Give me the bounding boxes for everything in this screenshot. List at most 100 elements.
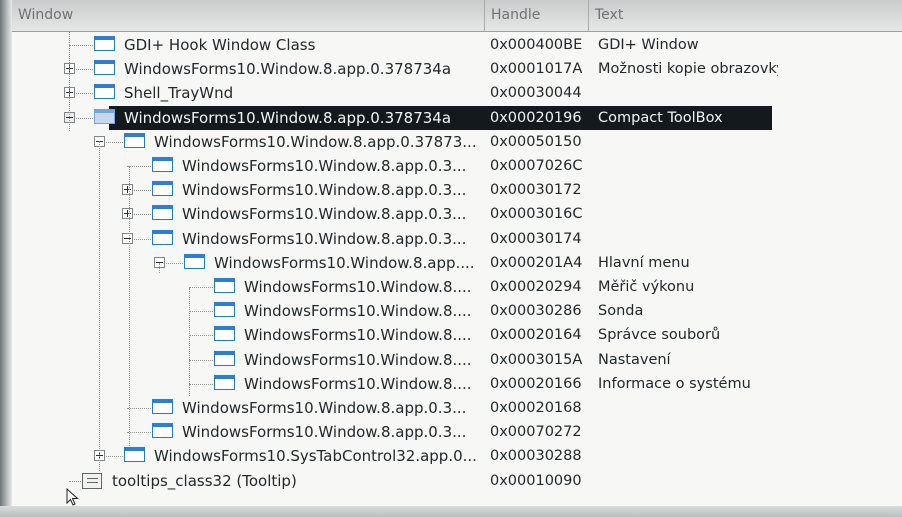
row-handle: 0x00020166	[490, 375, 582, 392]
row-window-class: WindowsForms10.Window.8.app.0.3...	[182, 229, 467, 248]
tree-connector	[189, 359, 213, 361]
row-window-class: WindowsForms10.Window.8.app.0.37873...	[154, 132, 477, 151]
column-header-handle[interactable]: Handle	[485, 0, 589, 31]
row-window-class: WindowsForms10.Window.8.app.0.378734a	[124, 60, 452, 79]
row-text	[598, 81, 778, 105]
row-window-class: GDI+ Hook Window Class	[124, 36, 316, 54]
column-header-window[interactable]: Window	[12, 0, 485, 31]
row-text	[598, 154, 778, 178]
row-text: Správce souborů	[598, 327, 721, 344]
window-icon	[152, 205, 173, 221]
panel-edge	[0, 0, 12, 517]
tree-row[interactable]: WindowsForms10.Window.8.app.0.378734a 0x0…	[12, 105, 772, 130]
window-icon	[214, 326, 235, 342]
row-window-class: WindowsForms10.Window.8....	[244, 350, 472, 369]
row-handle: 0x00020196	[490, 109, 582, 126]
tree-row[interactable]: WindowsForms10.Window.8.... 0x0003015A Nas…	[12, 348, 772, 372]
row-text	[598, 444, 778, 468]
row-handle: 0x000201A4	[490, 254, 583, 271]
row-window-class: WindowsForms10.Window.8.app.0.378734a	[124, 108, 452, 127]
row-window-class: WindowsForms10.Window.8....	[244, 374, 472, 393]
tree-row[interactable]: WindowsForms10.Window.8.app.0.3... 0x0003…	[12, 178, 772, 202]
row-text	[598, 178, 778, 202]
row-handle: 0x00030172	[490, 182, 582, 199]
row-window-class: WindowsForms10.Window.8.app.0.3...	[182, 399, 467, 417]
window-tree-panel: Window Handle Text GDI+ Hook Window Clas…	[0, 0, 902, 517]
tree-row[interactable]: WindowsForms10.Window.8.app.0.3... 0x0007…	[12, 420, 772, 444]
tree-guide-line	[99, 141, 100, 471]
row-text	[598, 202, 778, 226]
tree-row[interactable]: WindowsForms10.Window.8.app.0.378734a 0x0…	[12, 57, 778, 81]
tree-row[interactable]: tooltips_class32 (Tooltip) 0x00010090	[12, 469, 772, 493]
row-text	[598, 420, 778, 444]
row-window-class: WindowsForms10.Window.8.app....	[214, 253, 475, 272]
tree-connector	[69, 45, 93, 46]
row-handle: 0x0007026C	[490, 158, 583, 174]
row-text	[598, 130, 778, 154]
row-handle: 0x00020168	[490, 400, 582, 416]
tree-connector	[127, 432, 151, 434]
window-icon	[152, 399, 173, 414]
row-handle: 0x00020164	[490, 327, 582, 344]
row-handle: 0x00050150	[490, 133, 582, 150]
expand-plus-icon[interactable]	[122, 184, 133, 196]
window-icon	[152, 423, 173, 439]
row-handle: 0x00070272	[490, 424, 582, 441]
row-handle: 0x0003016C	[490, 206, 583, 223]
window-icon	[184, 253, 205, 269]
tree-row[interactable]: WindowsForms10.Window.8.... 0x00020294 Měř…	[12, 275, 772, 299]
column-header-text[interactable]: Text	[589, 0, 902, 31]
tree-connector	[189, 311, 213, 313]
row-handle: 0x0003015A	[490, 351, 583, 368]
tree-row[interactable]: WindowsForms10.Window.8.app.0.3... 0x0002…	[12, 396, 772, 420]
row-handle: 0x00020294	[490, 279, 582, 295]
tree-row[interactable]: Shell_TrayWnd 0x00030044	[12, 81, 772, 105]
tree-connector	[127, 166, 151, 167]
window-icon	[94, 84, 115, 100]
row-text: GDI+ Window	[598, 37, 699, 53]
tree-guide-line	[129, 166, 130, 446]
tree-row[interactable]: WindowsForms10.Window.8.app.0.3... 0x0003…	[12, 202, 772, 226]
window-icon	[214, 350, 235, 366]
row-text	[598, 469, 778, 493]
row-window-class: WindowsForms10.Window.8....	[244, 302, 472, 321]
panel-bottom-edge	[0, 506, 902, 517]
window-icon	[152, 181, 173, 197]
tree-connector	[189, 287, 213, 288]
row-text: Nastavení	[598, 351, 671, 368]
tree-row[interactable]: WindowsForms10.Window.8.app.0.37873... 0x…	[12, 130, 772, 154]
row-window-class: Shell_TrayWnd	[124, 84, 234, 103]
tree-row[interactable]: WindowsForms10.Window.8.app.0.3... 0x0007…	[12, 154, 772, 178]
tree-row[interactable]: WindowsForms10.Window.8.... 0x00030286 Son…	[12, 299, 772, 323]
tree-row[interactable]: WindowsForms10.Window.8.... 0x00020164 Spr…	[12, 323, 772, 347]
row-handle: 0x00030286	[490, 303, 582, 320]
window-icon	[152, 157, 173, 172]
tree-row[interactable]: WindowsForms10.Window.8.... 0x00020166 Inf…	[12, 372, 772, 396]
tree-guide-line	[159, 263, 160, 273]
window-icon	[214, 374, 235, 390]
row-window-class: WindowsForms10.Window.8....	[244, 278, 472, 296]
row-window-class: WindowsForms10.Window.8.app.0.3...	[182, 157, 467, 175]
window-icon	[214, 302, 235, 318]
tree-row[interactable]: WindowsForms10.SysTabControl32.app.0... 0…	[12, 444, 772, 468]
expand-plus-icon[interactable]	[122, 208, 133, 220]
row-window-class: WindowsForms10.Window.8.app.0.3...	[182, 205, 467, 224]
row-text	[598, 396, 778, 420]
tree-row[interactable]: GDI+ Hook Window Class 0x000400BE GDI+ Win…	[12, 33, 772, 57]
tree-row[interactable]: WindowsForms10.Window.8.app.0.3... 0x0003…	[12, 227, 772, 251]
mouse-cursor-icon	[66, 488, 79, 506]
row-text: Měřič výkonu	[598, 279, 695, 295]
row-window-class: WindowsForms10.Window.8.app.0.3...	[182, 181, 467, 200]
row-text: Hlavní menu	[598, 254, 690, 271]
row-window-class: tooltips_class32 (Tooltip)	[112, 471, 297, 490]
row-text: Informace o systému	[598, 375, 751, 392]
collapse-minus-icon[interactable]	[122, 232, 133, 244]
tree-row[interactable]: WindowsForms10.Window.8.app.... 0x000201A…	[12, 251, 772, 275]
row-handle: 0x00030288	[490, 448, 582, 465]
tree-connector	[189, 383, 213, 385]
tooltip-icon	[82, 472, 102, 489]
row-handle: 0x00030044	[490, 85, 582, 102]
tree-connector	[189, 335, 213, 337]
row-handle: 0x0001017A	[490, 61, 583, 78]
row-text	[598, 227, 778, 251]
